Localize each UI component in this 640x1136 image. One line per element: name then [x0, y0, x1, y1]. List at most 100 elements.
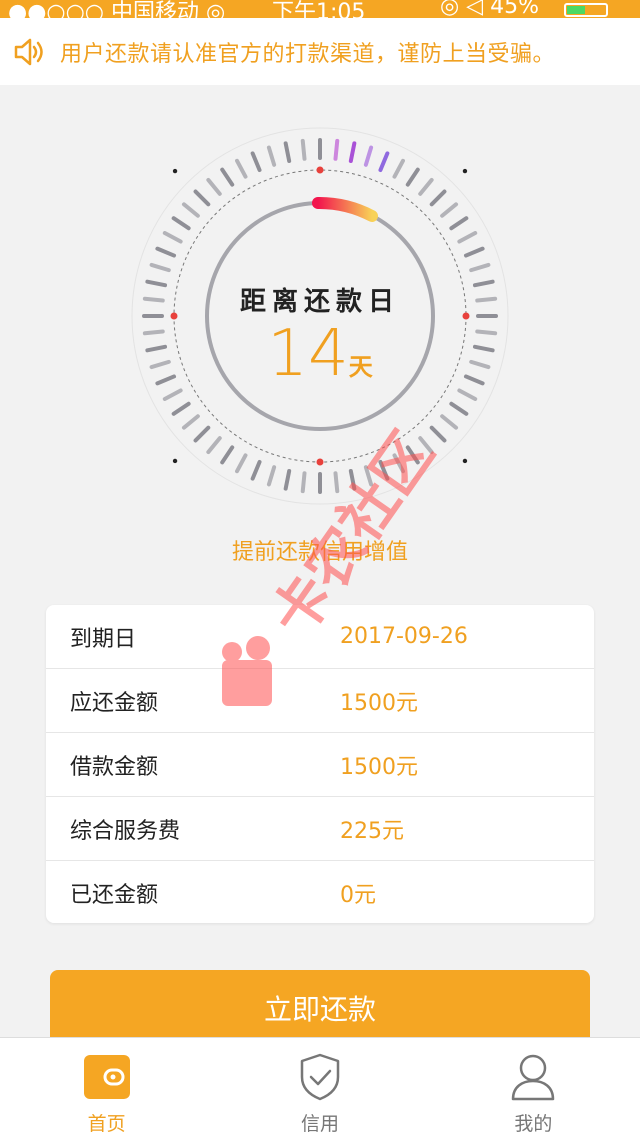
- tab-credit[interactable]: 信用: [213, 1038, 426, 1136]
- dial-tick: [405, 445, 420, 465]
- dial-tick: [440, 202, 459, 218]
- dial-tick: [429, 189, 447, 207]
- days-number: 14: [267, 317, 349, 391]
- dial-tick: [181, 414, 200, 430]
- detail-label: 到期日: [70, 626, 137, 652]
- dial-tick: [472, 279, 495, 288]
- dial-tick: [266, 145, 277, 167]
- carrier-signal: ●●○○○ 中国移动 ◎: [8, 0, 226, 18]
- detail-row-loan-amount: 借款金额 1500元: [46, 733, 594, 797]
- tab-label: 信用: [300, 1113, 339, 1135]
- detail-value: 2017-09-26: [340, 624, 468, 649]
- countdown-title: 距离还款日: [239, 287, 400, 317]
- battery-icon: [564, 3, 608, 17]
- detail-row-amount-due: 应还金额 1500元: [46, 669, 594, 733]
- dial-tick: [266, 465, 277, 487]
- speaker-icon: [0, 18, 60, 85]
- dial-tick: [449, 216, 469, 231]
- dial-tick: [171, 216, 191, 231]
- dial-tick: [220, 167, 235, 187]
- dial-tick: [149, 359, 171, 370]
- tab-label: 我的: [514, 1113, 553, 1135]
- dial-tick: [363, 465, 374, 487]
- detail-label: 综合服务费: [70, 818, 181, 844]
- shield-check-icon: [294, 1052, 346, 1101]
- dial-tick: [283, 468, 292, 491]
- detail-value: 0元: [340, 883, 376, 908]
- dial-tick: [155, 246, 177, 258]
- dial-tick: [348, 141, 357, 164]
- dial-marker-dot: [316, 166, 324, 174]
- battery-level: [567, 6, 585, 14]
- dial-tick: [363, 145, 374, 167]
- dial-tick: [429, 425, 447, 443]
- dial-tick: [162, 388, 183, 401]
- dial-tick: [171, 401, 191, 416]
- dial-tick: [149, 262, 171, 273]
- notice-text: 用户还款请认准官方的打款渠道，谨防上当受骗。: [60, 41, 556, 67]
- dial-tick: [193, 425, 211, 443]
- dial-tick: [220, 445, 235, 465]
- dial-tick: [475, 296, 498, 303]
- dial-tick: [348, 468, 357, 491]
- detail-value: 225元: [340, 818, 404, 844]
- dial-tick: [206, 436, 222, 455]
- dial-tick: [333, 138, 340, 161]
- dial-tick: [145, 344, 168, 353]
- dial-marker-dot: [172, 168, 178, 174]
- dial-tick: [162, 231, 183, 244]
- dial-marker-dot: [316, 458, 324, 466]
- status-indicators: ◎ ◁ 45%: [440, 0, 539, 18]
- loan-details-card: 到期日 2017-09-26 应还金额 1500元 借款金额 1500元 综合服…: [46, 605, 594, 923]
- detail-value: 1500元: [340, 690, 418, 716]
- dial-tick: [418, 436, 434, 455]
- tab-mine[interactable]: 我的: [427, 1038, 640, 1136]
- dial-marker-dot: [462, 168, 468, 174]
- progress-arc: [312, 196, 378, 222]
- wallet-icon: [81, 1052, 133, 1101]
- dial-tick: [457, 231, 478, 244]
- dial-tick: [440, 414, 459, 430]
- dial-tick: [333, 471, 340, 494]
- detail-row-repaid-amount: 已还金额 0元: [46, 861, 594, 923]
- dial-tick: [235, 158, 248, 179]
- tab-home[interactable]: 首页: [0, 1038, 213, 1136]
- dial-tick: [449, 401, 469, 416]
- notice-bar: 用户还款请认准官方的打款渠道，谨防上当受骗。: [0, 18, 640, 85]
- dial-tick: [181, 202, 200, 218]
- dial-tick: [378, 459, 390, 481]
- dial-tick: [250, 459, 262, 481]
- dial-tick: [145, 279, 168, 288]
- dial-tick: [283, 141, 292, 164]
- dial-tick: [206, 177, 222, 196]
- dial-tick: [235, 453, 248, 474]
- dial-tick: [155, 374, 177, 386]
- dial-tick: [378, 151, 390, 173]
- dial-tick: [469, 359, 491, 370]
- dial-tick: [418, 177, 434, 196]
- dial-tick: [300, 471, 307, 494]
- detail-value: 1500元: [340, 754, 418, 780]
- dial-tick: [392, 158, 405, 179]
- dial-tick: [300, 138, 307, 161]
- detail-row-service-fee: 综合服务费 225元: [46, 797, 594, 861]
- countdown-dial: 距离还款日 14天: [0, 85, 640, 525]
- dial-tick: [250, 151, 262, 173]
- user-icon: [507, 1052, 559, 1101]
- dial-tick: [142, 296, 165, 303]
- dial-tick: [463, 374, 485, 386]
- dial-tick: [469, 262, 491, 273]
- bottom-tab-bar: 首页 信用 我的: [0, 1037, 640, 1136]
- dial-tick: [193, 189, 211, 207]
- status-bar: ●●○○○ 中国移动 ◎ 下午1:05 ◎ ◁ 45%: [0, 0, 640, 18]
- countdown-days: 14天: [220, 317, 420, 391]
- dial-tick: [472, 344, 495, 353]
- dial-marker-dot: [170, 312, 178, 320]
- days-unit: 天: [348, 353, 373, 381]
- detail-row-due-date: 到期日 2017-09-26: [46, 605, 594, 669]
- tab-label: 首页: [87, 1113, 126, 1135]
- detail-label: 应还金额: [70, 690, 159, 716]
- detail-label: 借款金额: [70, 754, 159, 780]
- dial-tick: [457, 388, 478, 401]
- dial-tick: [405, 167, 420, 187]
